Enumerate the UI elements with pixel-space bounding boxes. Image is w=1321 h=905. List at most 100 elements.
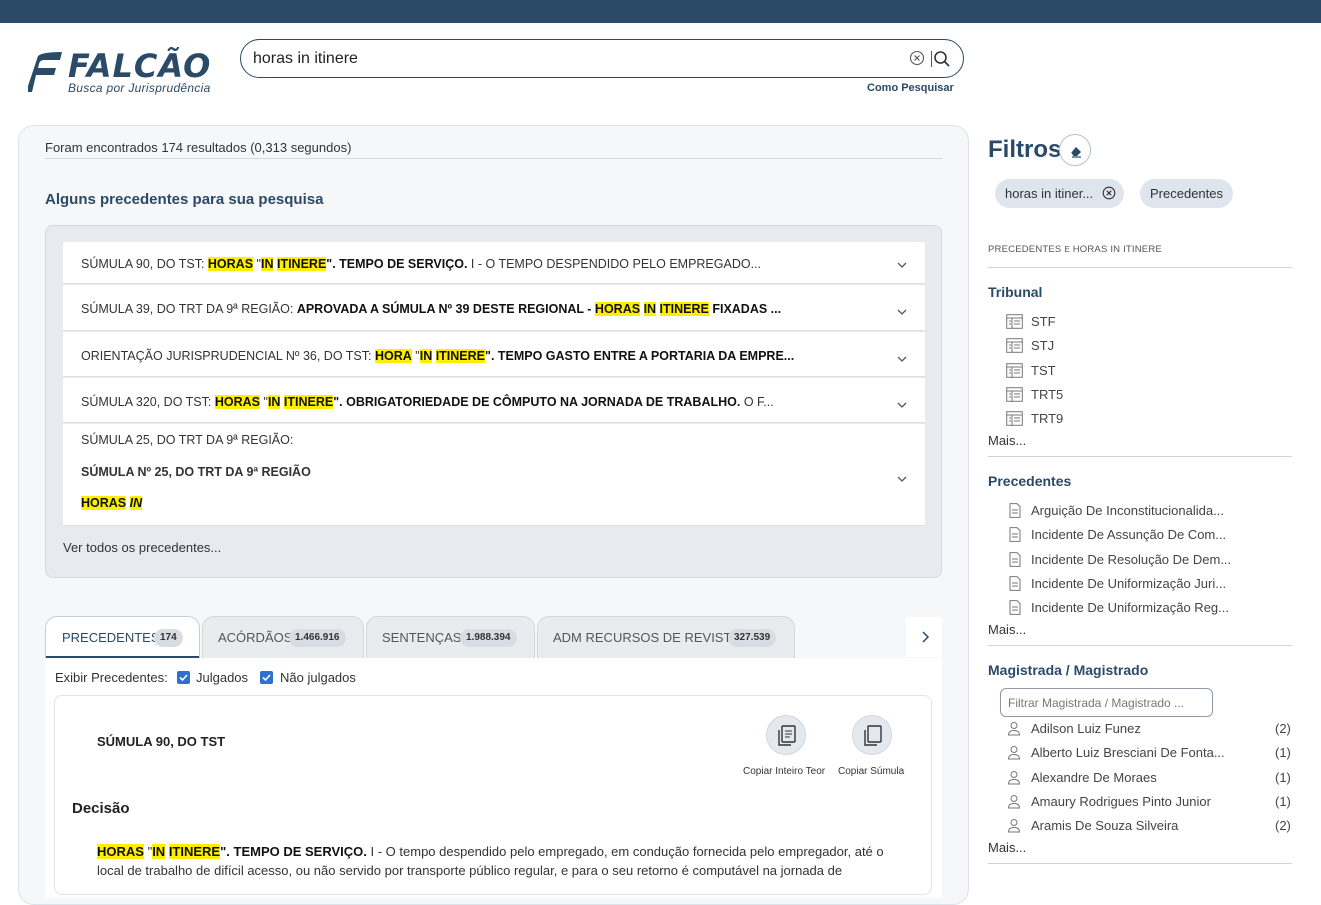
more-magistrado-link[interactable]: Mais... xyxy=(988,840,1026,855)
document-icon xyxy=(1009,527,1021,542)
precedent-subtitle: SÚMULA Nº 25, DO TRT DA 9ª REGIÃO xyxy=(81,465,311,479)
tab-precedentes[interactable]: PRECEDENTES 174 xyxy=(45,616,200,658)
tab-count-badge: 174 xyxy=(154,629,183,647)
more-precedentes-link[interactable]: Mais... xyxy=(988,622,1026,637)
person-icon xyxy=(1007,722,1021,736)
filter-count: (1) xyxy=(1275,770,1291,785)
copy-document-icon xyxy=(778,725,796,746)
divider xyxy=(988,267,1292,268)
not-judged-checkbox[interactable] xyxy=(260,671,273,684)
person-icon xyxy=(1007,819,1021,833)
tab-count-badge: 1.466.916 xyxy=(289,629,346,647)
precedents-title: Alguns precedentes para sua pesquisa xyxy=(45,191,324,208)
divider xyxy=(988,863,1292,864)
search-separator xyxy=(931,51,932,67)
chevron-down-icon[interactable] xyxy=(897,474,907,484)
precedent-item[interactable]: SÚMULA 320, DO TST: HORAS "IN ITINERE". … xyxy=(63,378,925,423)
tab-sentencas[interactable]: SENTENÇAS 1.988.394 xyxy=(366,616,535,658)
building-icon xyxy=(1006,314,1023,329)
filter-group-magistrado: Magistrada / Magistrado xyxy=(988,662,1149,678)
person-icon xyxy=(1007,795,1021,809)
clear-filters-button[interactable] xyxy=(1059,134,1091,166)
judged-label: Julgados xyxy=(196,670,249,685)
not-judged-label: Não julgados xyxy=(280,670,356,685)
results-summary: Foram encontrados 174 resultados (0,313 … xyxy=(45,140,352,155)
search-box[interactable]: horas in itinere xyxy=(240,39,964,78)
copy-summary-button[interactable] xyxy=(852,715,892,755)
filter-count: (2) xyxy=(1275,818,1291,833)
judged-checkbox[interactable] xyxy=(177,671,190,684)
filters-title: Filtros xyxy=(988,136,1062,163)
magistrado-filter-input[interactable]: Filtrar Magistrada / Magistrado ... xyxy=(1000,688,1213,717)
document-icon xyxy=(1009,600,1021,615)
check-icon xyxy=(179,674,188,682)
chevron-down-icon[interactable] xyxy=(897,307,907,317)
more-tribunal-link[interactable]: Mais... xyxy=(988,433,1026,448)
tab-count-badge: 1.988.394 xyxy=(460,629,517,647)
show-precedents-label: Exibir Precedentes: xyxy=(55,670,168,685)
divider xyxy=(45,158,942,159)
building-icon xyxy=(1006,387,1023,402)
tab-label: PRECEDENTES xyxy=(62,630,160,645)
filter-group-precedentes: Precedentes xyxy=(988,473,1072,489)
precedent-item[interactable]: ORIENTAÇÃO JURISPRUDENCIAL Nº 36, DO TST… xyxy=(63,332,925,377)
precedent-text: SÚMULA 25, DO TRT DA 9ª REGIÃO: xyxy=(81,433,294,447)
top-bar xyxy=(0,0,1321,23)
tabs-next-button[interactable] xyxy=(906,617,942,657)
divider xyxy=(988,645,1292,646)
tab-adm-recursos-de-revista[interactable]: ADM RECURSOS DE REVISTA 327.539 xyxy=(537,616,795,658)
filter-chip-label: horas in itiner... xyxy=(1005,186,1094,201)
filter-chip-label: Precedentes xyxy=(1150,186,1223,201)
divider xyxy=(988,456,1292,457)
person-icon xyxy=(1007,746,1021,760)
tab-acordaos[interactable]: ACÓRDÃOS 1.466.916 xyxy=(202,616,364,658)
how-to-search-link[interactable]: Como Pesquisar xyxy=(867,82,954,94)
brand-name: FALCÃO xyxy=(68,47,212,85)
falcao-logo[interactable]: FALCÃO Busca por Jurisprudência xyxy=(28,48,218,98)
copy-icon xyxy=(864,725,882,746)
decision-text: HORAS "IN ITINERE". TEMPO DE SERVIÇO. I … xyxy=(97,844,884,878)
document-icon xyxy=(1009,503,1021,518)
remove-filter-icon[interactable] xyxy=(1102,186,1116,200)
precedent-item[interactable]: SÚMULA 90, DO TST: HORAS "IN ITINERE". T… xyxy=(63,242,925,284)
clear-search-icon[interactable] xyxy=(909,50,925,66)
precedent-text: SÚMULA 320, DO TST: HORAS "IN ITINERE". … xyxy=(81,395,774,409)
filter-chip-query[interactable]: horas in itiner... xyxy=(995,179,1124,208)
search-input[interactable]: horas in itinere xyxy=(253,50,358,68)
chevron-right-icon xyxy=(922,631,930,643)
chevron-down-icon[interactable] xyxy=(897,400,907,410)
person-icon xyxy=(1007,771,1021,785)
copy-full-text-label: Copiar Inteiro Teor xyxy=(743,766,826,777)
precedent-text: ORIENTAÇÃO JURISPRUDENCIAL Nº 36, DO TST… xyxy=(81,349,795,363)
precedent-item[interactable]: SÚMULA 39, DO TRT DA 9ª REGIÃO: APROVADA… xyxy=(63,285,925,331)
filter-count: (1) xyxy=(1275,745,1291,760)
filter-count: (1) xyxy=(1275,794,1291,809)
result-card-title: SÚMULA 90, DO TST xyxy=(97,734,226,749)
building-icon xyxy=(1006,338,1023,353)
building-icon xyxy=(1006,363,1023,378)
tab-label: SENTENÇAS xyxy=(382,630,462,645)
filter-breadcrumb: PRECEDENTES E HORAS IN ITINERE xyxy=(988,244,1162,255)
document-icon xyxy=(1009,552,1021,567)
filter-count: (2) xyxy=(1275,721,1291,736)
tab-label: ADM RECURSOS DE REVISTA xyxy=(553,630,740,645)
filter-chip-precedentes[interactable]: Precedentes xyxy=(1140,179,1233,208)
chevron-down-icon[interactable] xyxy=(897,354,907,364)
building-icon xyxy=(1006,411,1023,426)
brand-tagline: Busca por Jurisprudência xyxy=(68,81,211,95)
filter-group-tribunal: Tribunal xyxy=(988,284,1043,300)
document-icon xyxy=(1009,576,1021,591)
eraser-icon xyxy=(1070,147,1081,158)
chevron-down-icon[interactable] xyxy=(897,260,907,270)
precedent-text: SÚMULA 90, DO TST: HORAS "IN ITINERE". T… xyxy=(81,257,761,271)
precedent-text: SÚMULA 39, DO TRT DA 9ª REGIÃO: APROVADA… xyxy=(81,302,782,316)
decision-heading: Decisão xyxy=(72,800,130,817)
check-icon xyxy=(262,674,271,682)
see-all-precedents-link[interactable]: Ver todos os precedentes... xyxy=(63,540,223,562)
copy-full-text-button[interactable] xyxy=(766,715,806,755)
input-placeholder: Filtrar Magistrada / Magistrado ... xyxy=(1008,696,1185,710)
tab-count-badge: 327.539 xyxy=(728,629,777,647)
search-icon[interactable] xyxy=(933,50,951,68)
precedent-item[interactable]: SÚMULA 25, DO TRT DA 9ª REGIÃO: SÚMULA N… xyxy=(63,424,925,526)
falcao-logo-icon xyxy=(28,52,62,92)
